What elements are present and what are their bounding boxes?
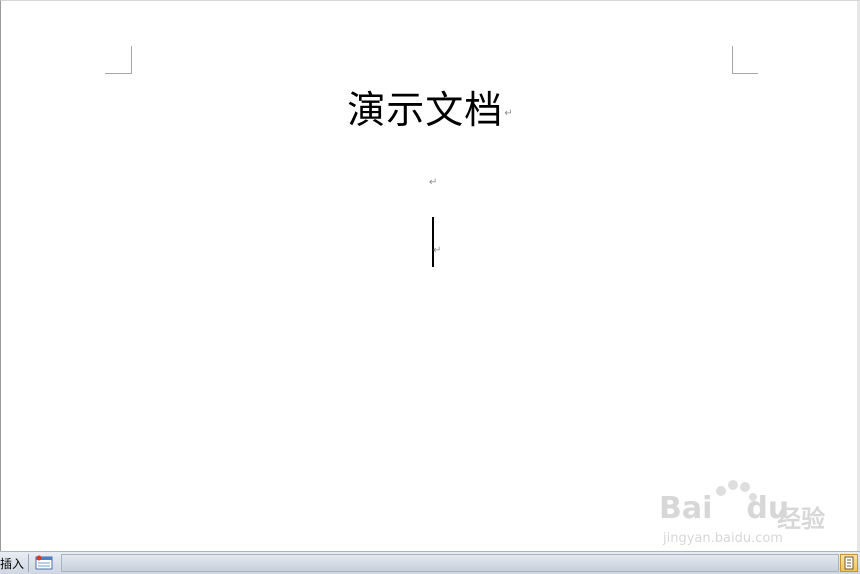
insert-mode-indicator[interactable]: 插入 [0, 555, 24, 572]
watermark-url: jingyan.baidu.com [663, 531, 783, 546]
print-layout-view-icon [844, 556, 854, 570]
paragraph-mark-icon: ↵ [433, 245, 442, 256]
macro-record-icon[interactable] [35, 555, 53, 571]
margin-mark-top-right [732, 46, 733, 73]
margin-mark-top-left-horizontal [105, 73, 132, 74]
margin-mark-top-right-horizontal [732, 73, 758, 74]
document-title[interactable]: 演示文档 [347, 88, 503, 132]
watermark-brand: Bai du [659, 491, 790, 526]
margin-mark-top-left [131, 46, 132, 73]
document-page[interactable]: 演示文档↵ ↵ ↵ Bai du 经验 jingyan.baidu.com [0, 0, 860, 552]
baidu-jingyan-watermark: Bai du 经验 jingyan.baidu.com [659, 480, 829, 551]
print-layout-view-button[interactable] [840, 554, 858, 572]
text-cursor [432, 217, 434, 267]
watermark-product: 经验 [777, 505, 825, 533]
paragraph-mark-icon: ↵ [504, 107, 514, 119]
document-title-line[interactable]: 演示文档↵ [1, 85, 860, 139]
status-bar-track [61, 554, 839, 572]
status-bar: 插入 [0, 551, 860, 574]
paragraph-mark-icon: ↵ [429, 177, 438, 188]
word-window: 演示文档↵ ↵ ↵ Bai du 经验 jingyan.baidu.com 插入 [0, 0, 860, 574]
status-divider [28, 554, 29, 572]
